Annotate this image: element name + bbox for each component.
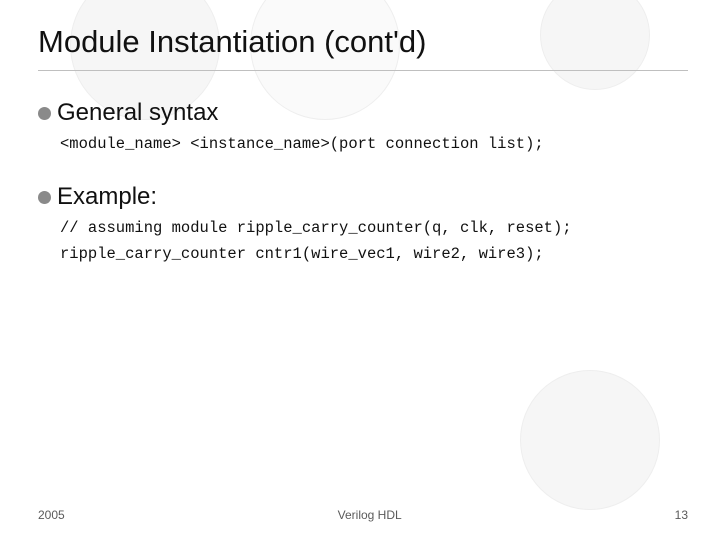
section-heading: General syntax bbox=[38, 99, 688, 127]
bullet-icon bbox=[38, 191, 51, 204]
section-example: Example: // assuming module ripple_carry… bbox=[38, 183, 688, 263]
footer-page: 13 bbox=[675, 508, 688, 522]
slide-title: Module Instantiation (cont'd) bbox=[38, 24, 688, 71]
section-heading-text: Example: bbox=[57, 183, 157, 211]
code-line: // assuming module ripple_carry_counter(… bbox=[60, 219, 688, 237]
bullet-icon bbox=[38, 107, 51, 120]
code-line: ripple_carry_counter cntr1(wire_vec1, wi… bbox=[60, 245, 688, 263]
slide: Module Instantiation (cont'd) General sy… bbox=[0, 0, 720, 540]
footer: 2005 Verilog HDL 13 bbox=[0, 508, 720, 522]
section-general-syntax: General syntax <module_name> <instance_n… bbox=[38, 99, 688, 153]
footer-year: 2005 bbox=[38, 508, 65, 522]
section-heading: Example: bbox=[38, 183, 688, 211]
section-heading-text: General syntax bbox=[57, 99, 218, 127]
code-line: <module_name> <instance_name>(port conne… bbox=[60, 135, 688, 153]
footer-center: Verilog HDL bbox=[338, 508, 402, 522]
